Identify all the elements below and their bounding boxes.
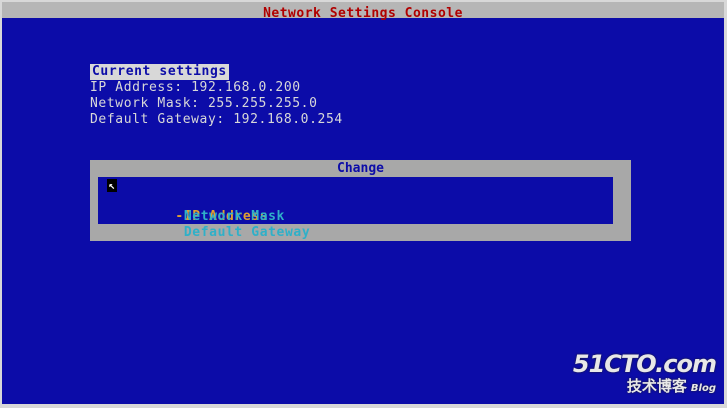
ip-address-line: IP Address: 192.168.0.200 bbox=[90, 80, 301, 95]
menu-item-ip-address[interactable]: ↖ -IP Address bbox=[107, 177, 268, 224]
console-title: Network Settings Console bbox=[263, 6, 463, 21]
current-settings-heading: Current settings bbox=[90, 64, 229, 80]
watermark-logo: 51CTO.com 技术博客 Blog bbox=[572, 350, 717, 398]
change-menu: ↖ -IP Address Network Mask Default Gatew… bbox=[98, 177, 613, 240]
current-settings-panel: Current settings IP Address: 192.168.0.2… bbox=[90, 64, 343, 128]
watermark-subtitle: 技术博客 Blog bbox=[626, 377, 716, 395]
network-mask-line: Network Mask: 255.255.255.0 bbox=[90, 96, 318, 111]
change-dialog-title: Change bbox=[337, 161, 384, 176]
change-dialog: Change ↖ -IP Address Network Mask Defaul… bbox=[90, 160, 631, 241]
menu-item-network-mask[interactable]: Network Mask bbox=[108, 193, 285, 224]
cursor-icon: ↖ bbox=[107, 179, 117, 192]
watermark-brand: 51CTO.com bbox=[572, 350, 717, 378]
title-bar: Network Settings Console bbox=[2, 2, 724, 21]
console-screen: Network Settings Console Current setting… bbox=[2, 2, 724, 404]
default-gateway-line: Default Gateway: 192.168.0.254 bbox=[90, 112, 343, 127]
menu-item-default-gateway[interactable]: Default Gateway bbox=[108, 209, 310, 240]
